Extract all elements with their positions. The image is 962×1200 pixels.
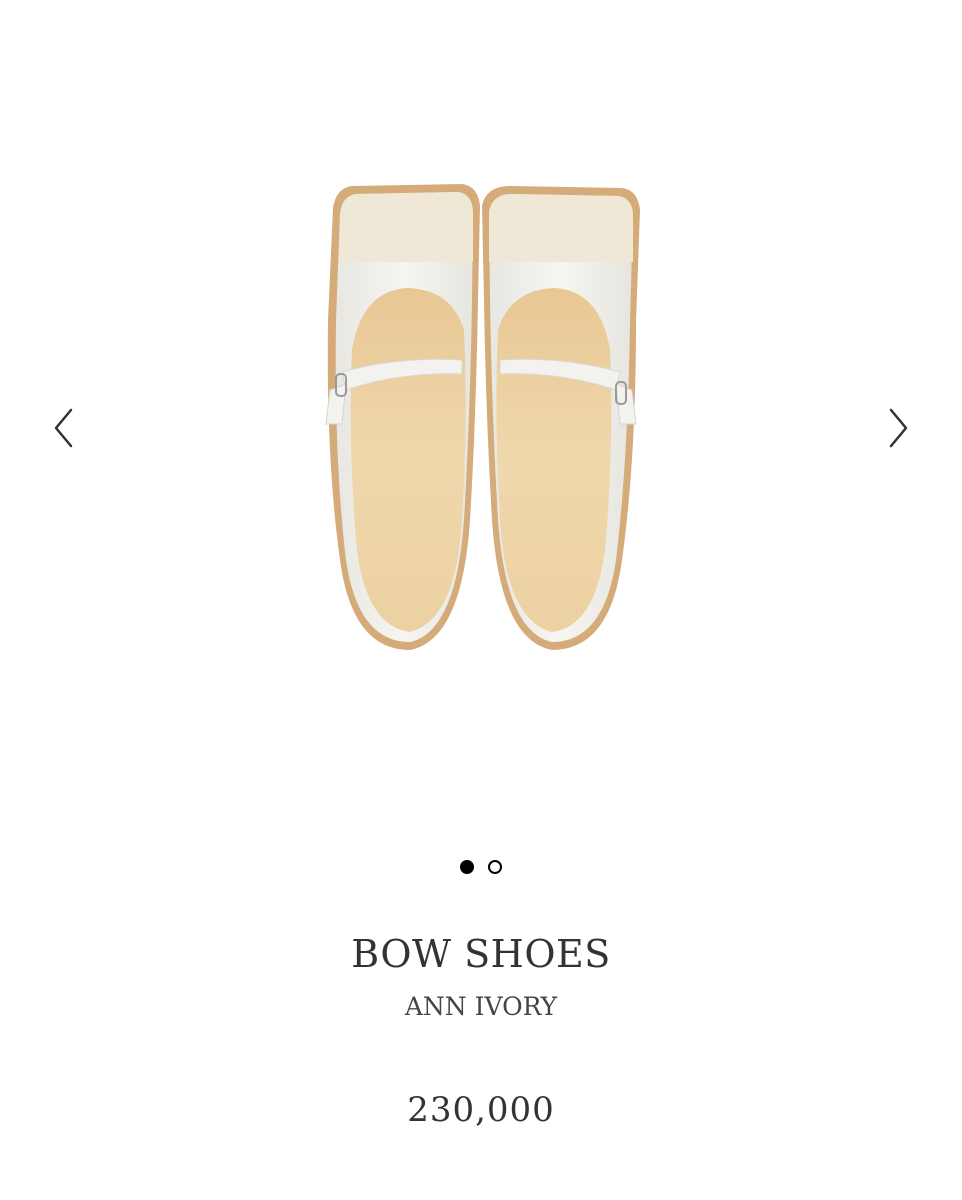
slide-dot-1[interactable] bbox=[460, 860, 474, 874]
product-title: BOW SHOES bbox=[351, 932, 611, 976]
slide-dot-2[interactable] bbox=[488, 860, 502, 874]
right-shoe bbox=[482, 186, 640, 650]
chevron-right-icon bbox=[889, 408, 908, 448]
product-variant: ANN IVORY bbox=[404, 992, 558, 1021]
chevron-left-icon bbox=[54, 408, 73, 448]
previous-slide-button[interactable] bbox=[42, 400, 86, 456]
slide-pagination bbox=[0, 860, 962, 880]
product-image bbox=[325, 184, 640, 650]
left-shoe bbox=[325, 184, 480, 650]
product-gallery bbox=[0, 0, 962, 830]
next-slide-button[interactable] bbox=[876, 400, 920, 456]
product-price: 230,000 bbox=[407, 1090, 555, 1130]
